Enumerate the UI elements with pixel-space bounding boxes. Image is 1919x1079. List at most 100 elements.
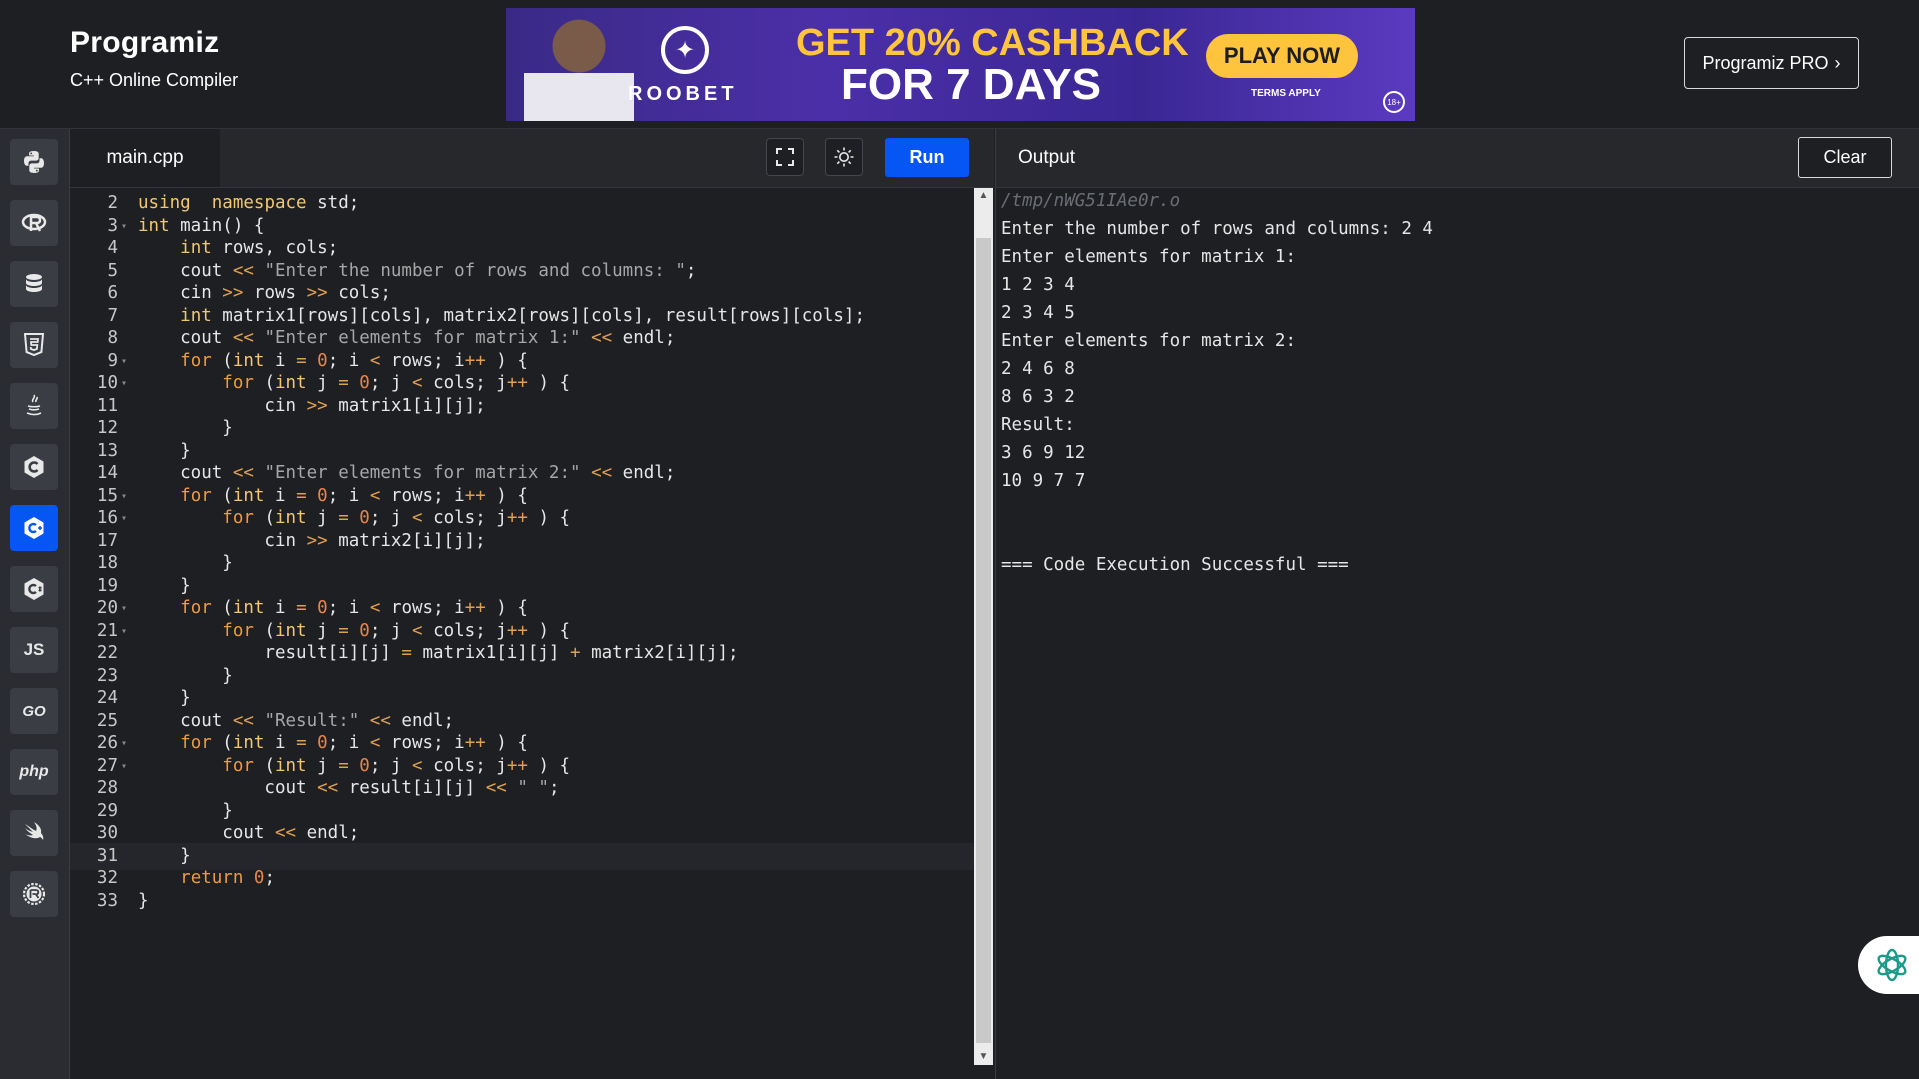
code-token: cout (138, 710, 233, 731)
code-token: ( (253, 508, 275, 528)
code-token: cols; j (422, 373, 507, 393)
code-token: < (369, 598, 381, 618)
code-line[interactable]: 33} (70, 888, 974, 915)
code-token: j (306, 755, 339, 776)
ad-play-now-button[interactable]: PLAY NOW (1206, 34, 1358, 78)
code-token: = (338, 620, 349, 641)
code-token: ( (253, 373, 275, 393)
code-token: ( (211, 598, 233, 618)
scroll-down-icon[interactable]: ▼ (974, 1049, 993, 1065)
java-language-button[interactable] (10, 383, 58, 429)
c-language-button[interactable] (10, 444, 58, 490)
code-token: cout (138, 463, 233, 483)
code-token: } (138, 440, 191, 461)
output-title: Output (1018, 147, 1076, 168)
code-token: ; (369, 373, 381, 393)
code-token: ( (211, 733, 233, 753)
r-language-button[interactable] (10, 200, 58, 246)
go-icon: GO (22, 702, 46, 720)
code-token: << (232, 260, 254, 281)
editor-scrollbar[interactable]: ▲ ▼ (974, 188, 993, 1065)
sun-icon (834, 147, 854, 167)
code-token: cout (138, 328, 233, 348)
code-token: = (296, 485, 307, 506)
code-token: ++ (464, 733, 486, 753)
code-token: int (180, 238, 212, 258)
sql-language-button[interactable] (10, 261, 58, 307)
code-token: } (138, 688, 191, 708)
csharp-icon (24, 578, 44, 600)
code-token: << (232, 328, 254, 348)
code-token: = (338, 755, 349, 776)
swift-language-button[interactable] (10, 810, 58, 856)
ad-banner[interactable]: ✦ ROOBET GET 20% CASHBACK FOR 7 DAYS PLA… (506, 8, 1415, 121)
code-token: ; (369, 508, 381, 528)
code-token: < (411, 508, 423, 528)
run-button[interactable]: Run (885, 138, 969, 177)
code-token: matrix1[i][j]; (327, 395, 486, 416)
ai-assistant-button[interactable] (1858, 936, 1919, 994)
programiz-logo[interactable]: Programiz C++ Online Compiler (70, 26, 238, 91)
cpp-language-button[interactable] (10, 505, 58, 551)
code-token: << (232, 463, 254, 483)
code-token: ( (253, 755, 275, 776)
code-token: 0 (348, 373, 370, 393)
csharp-language-button[interactable] (10, 566, 58, 612)
python-language-button[interactable] (10, 139, 58, 185)
code-token: >> (306, 395, 328, 416)
code-token: ++ (506, 755, 528, 776)
code-token: ( (211, 485, 233, 506)
html-language-button[interactable] (10, 322, 58, 368)
code-token: ( (253, 620, 275, 641)
editor-toolbar: main.cpp Run (70, 129, 994, 188)
code-token: ++ (506, 508, 528, 528)
code-token: ++ (464, 485, 486, 506)
code-token: rows; i (380, 733, 465, 753)
language-sidebar: JS GO php (0, 129, 70, 1079)
output-line: Result: (1001, 415, 1075, 435)
js-icon: JS (23, 640, 45, 659)
php-language-button[interactable]: php (10, 749, 58, 795)
output-line: Enter elements for matrix 1: (1001, 247, 1297, 267)
code-token: i (338, 485, 370, 506)
code-token: = (296, 350, 307, 371)
rust-language-button[interactable] (10, 871, 58, 917)
go-language-button[interactable]: GO (10, 688, 58, 734)
output-line: Enter the number of rows and columns: 2 … (1001, 219, 1433, 239)
code-token: < (369, 485, 381, 506)
code-token: < (411, 755, 423, 776)
code-token: = (338, 373, 349, 393)
code-token: ) { (485, 598, 528, 618)
code-token: << (317, 778, 339, 798)
fullscreen-button[interactable] (766, 138, 804, 176)
code-token: for (180, 598, 212, 618)
scroll-thumb[interactable] (976, 238, 991, 1043)
code-token: matrix2[i][j]; (327, 530, 486, 551)
theme-toggle-button[interactable] (825, 138, 863, 176)
file-tab-main-cpp[interactable]: main.cpp (70, 129, 220, 187)
code-token: int (232, 733, 265, 753)
code-token: cols; j (422, 755, 507, 776)
code-token: "Result:" (253, 710, 360, 731)
output-path: /tmp/nWG51IAe0r.o (1001, 191, 1181, 211)
code-token: j (380, 620, 412, 641)
code-token: ) { (485, 350, 528, 371)
code-editor[interactable]: 2 using namespace std; 3 ▾ int main() {4 int… (70, 188, 974, 1079)
python-icon (24, 151, 44, 173)
clear-button[interactable]: Clear (1798, 137, 1892, 178)
code-token: < (411, 373, 423, 393)
code-token: } (138, 800, 233, 821)
code-token: ) { (527, 508, 571, 528)
scroll-up-icon[interactable]: ▲ (974, 188, 993, 204)
code-token: i (338, 350, 370, 371)
code-token: using (138, 193, 191, 213)
output-console[interactable]: /tmp/nWG51IAe0r.o Enter the number of row… (995, 188, 1919, 1079)
code-token: result[i][j] (138, 643, 402, 663)
code-token: 0 (306, 485, 328, 506)
code-token: ++ (464, 598, 486, 618)
javascript-language-button[interactable]: JS (10, 627, 58, 673)
php-icon: php (19, 763, 49, 780)
programiz-pro-button[interactable]: Programiz PRO › (1684, 37, 1859, 89)
code-token: j (380, 508, 412, 528)
